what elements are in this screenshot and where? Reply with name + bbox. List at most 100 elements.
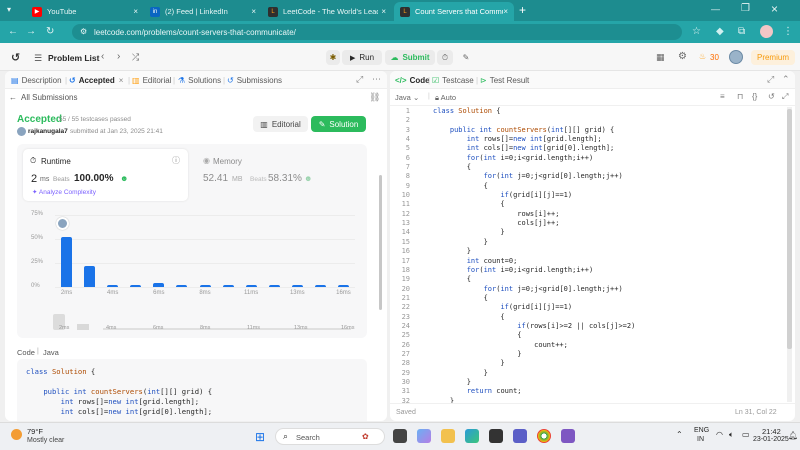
code-line[interactable]: { — [433, 182, 783, 191]
user-avatar[interactable] — [729, 50, 743, 64]
code-line[interactable]: } — [433, 228, 783, 237]
braces-icon[interactable]: {} — [752, 92, 757, 101]
code-text[interactable]: class Solution { public int countServers… — [433, 107, 783, 406]
edge-icon[interactable] — [465, 429, 479, 443]
close-icon[interactable]: × — [503, 7, 508, 16]
chart-bar[interactable] — [268, 285, 280, 287]
code-line[interactable]: { — [433, 200, 783, 209]
run-button[interactable]: ▶ Run — [342, 50, 382, 65]
tab-leetcode-home[interactable]: L LeetCode - The World's Leading × — [262, 2, 392, 21]
code-line[interactable]: } — [433, 369, 783, 378]
submit-button[interactable]: ☁ Submit — [385, 50, 435, 65]
premium-button[interactable]: Premium — [751, 50, 795, 65]
chart-bar[interactable] — [130, 285, 142, 287]
chart-bar[interactable] — [245, 285, 257, 287]
bookmark-icon[interactable]: ⊓ — [737, 92, 743, 101]
tab-linkedin[interactable]: in (2) Feed | LinkedIn × — [144, 2, 262, 21]
chart-bar[interactable] — [337, 285, 349, 287]
code-line[interactable]: int rows[]=new int[grid.length]; — [433, 135, 783, 144]
new-tab-icon[interactable]: + — [519, 3, 526, 17]
browser-menu-icon[interactable]: ⋮ — [783, 26, 793, 37]
code-line[interactable]: { — [433, 294, 783, 303]
chart-bar[interactable] — [199, 285, 211, 287]
code-line[interactable]: if(grid[i][j]==1) — [433, 303, 783, 312]
tab-submissions[interactable]: ↺ Submissions — [227, 71, 282, 89]
tab-test-result[interactable]: ⊳ Test Result — [480, 71, 529, 89]
code-line[interactable] — [433, 116, 783, 125]
code-line[interactable]: if(grid[i][j]==1) — [433, 191, 783, 200]
problem-list-link[interactable]: Problem List — [48, 53, 99, 63]
windows-start-icon[interactable]: ⊞ — [255, 430, 265, 444]
code-line[interactable]: int count=0; — [433, 257, 783, 266]
copilot-icon[interactable] — [417, 429, 431, 443]
code-line[interactable]: for(int j=0;j<grid[0].length;j++) — [433, 172, 783, 181]
code-line[interactable]: for(int i=0;i<grid.length;i++) — [433, 154, 783, 163]
extensions-puzzle-icon[interactable]: ⧉ — [738, 26, 745, 37]
analyze-complexity-link[interactable]: ✦ Analyze Complexity — [32, 188, 96, 196]
back-icon[interactable]: ← — [8, 26, 18, 37]
code-line[interactable]: public int countServers(int[][] grid) { — [433, 126, 783, 135]
code-line[interactable]: return count; — [433, 387, 783, 396]
info-icon[interactable]: ⓘ — [172, 155, 180, 166]
code-line[interactable]: count++; — [433, 341, 783, 350]
taskbar-search[interactable]: ⌕ Search ✿ — [275, 428, 385, 445]
scrollbar[interactable] — [379, 175, 382, 310]
chart-bar[interactable] — [153, 283, 165, 287]
tab-youtube[interactable]: ▶ YouTube × — [26, 2, 144, 21]
code-line[interactable]: } — [433, 238, 783, 247]
more-icon[interactable]: ⋯ — [372, 74, 381, 85]
close-window-icon[interactable]: × — [771, 2, 778, 16]
streak-fire-icon[interactable]: ♨ — [699, 52, 706, 61]
timer-icon[interactable]: ⏱ — [437, 50, 453, 65]
chart-bar[interactable] — [291, 285, 303, 287]
url-field[interactable]: ⚙ leetcode.com/problems/count-servers-th… — [72, 24, 682, 40]
code-line[interactable]: { — [433, 275, 783, 284]
code-line[interactable]: } — [433, 247, 783, 256]
language-indicator[interactable]: ENG — [694, 427, 709, 434]
auto-mode-toggle[interactable]: 🔒︎ Auto — [435, 93, 456, 103]
chrome-icon[interactable] — [537, 429, 551, 443]
scrollbar[interactable] — [787, 107, 792, 402]
expand-icon[interactable]: ⤢ — [356, 74, 363, 85]
code-line[interactable]: if(rows[i]>=2 || cols[j]>=2) — [433, 322, 783, 331]
language-select[interactable]: Java ⌄ — [395, 93, 419, 102]
tab-code[interactable]: </> Code — [395, 71, 430, 89]
settings-gear-icon[interactable]: ⚙ — [678, 51, 687, 62]
battery-icon[interactable]: ▭ — [742, 430, 750, 439]
close-icon[interactable]: × — [119, 76, 124, 85]
all-submissions-link[interactable]: ← All Submissions — [9, 93, 77, 102]
leetcode-logo-icon[interactable]: ↺ — [11, 51, 20, 64]
code-line[interactable]: } — [433, 359, 783, 368]
code-line[interactable]: cols[j]++; — [433, 219, 783, 228]
code-line[interactable]: rows[i]++; — [433, 210, 783, 219]
chart-bar[interactable] — [61, 237, 73, 287]
weather-icon[interactable] — [11, 429, 22, 440]
expand-icon[interactable]: ⤢ — [767, 74, 774, 85]
profile-avatar[interactable] — [760, 25, 773, 38]
shuffle-icon[interactable]: ⤮ — [132, 52, 139, 63]
tab-accepted[interactable]: ↺ Accepted × — [69, 71, 123, 89]
reload-icon[interactable]: ↻ — [46, 26, 54, 37]
code-line[interactable]: int cols[]=new int[grid[0].length]; — [433, 144, 783, 153]
chart-bar[interactable] — [176, 285, 188, 287]
tray-chevron-icon[interactable]: ⌃ — [676, 430, 683, 439]
app-icon[interactable] — [561, 429, 575, 443]
maximize-icon[interactable]: ❐ — [741, 3, 750, 14]
chart-bar[interactable] — [222, 285, 234, 287]
fullscreen-icon[interactable]: ⤢ — [782, 92, 788, 102]
solution-button[interactable]: ✎ Solution — [311, 116, 366, 132]
code-line[interactable]: for(int j=0;j<grid[0].length;j++) — [433, 285, 783, 294]
code-line[interactable]: } — [433, 350, 783, 359]
prev-problem-icon[interactable]: ‹ — [101, 51, 104, 62]
teams-icon[interactable] — [513, 429, 527, 443]
chart-bar[interactable] — [84, 265, 96, 287]
extension-icon[interactable]: ◆ — [716, 26, 724, 37]
reset-icon[interactable]: ↺ — [768, 92, 775, 101]
share-link-icon[interactable]: ⛓ — [369, 92, 380, 103]
code-line[interactable]: { — [433, 331, 783, 340]
volume-icon[interactable]: 🔈︎ — [729, 430, 734, 440]
chart-bar[interactable] — [107, 285, 119, 287]
notes-icon[interactable]: ✎ — [458, 50, 474, 65]
chart-bar[interactable] — [314, 285, 326, 287]
layout-icon[interactable]: ▦ — [656, 52, 665, 63]
